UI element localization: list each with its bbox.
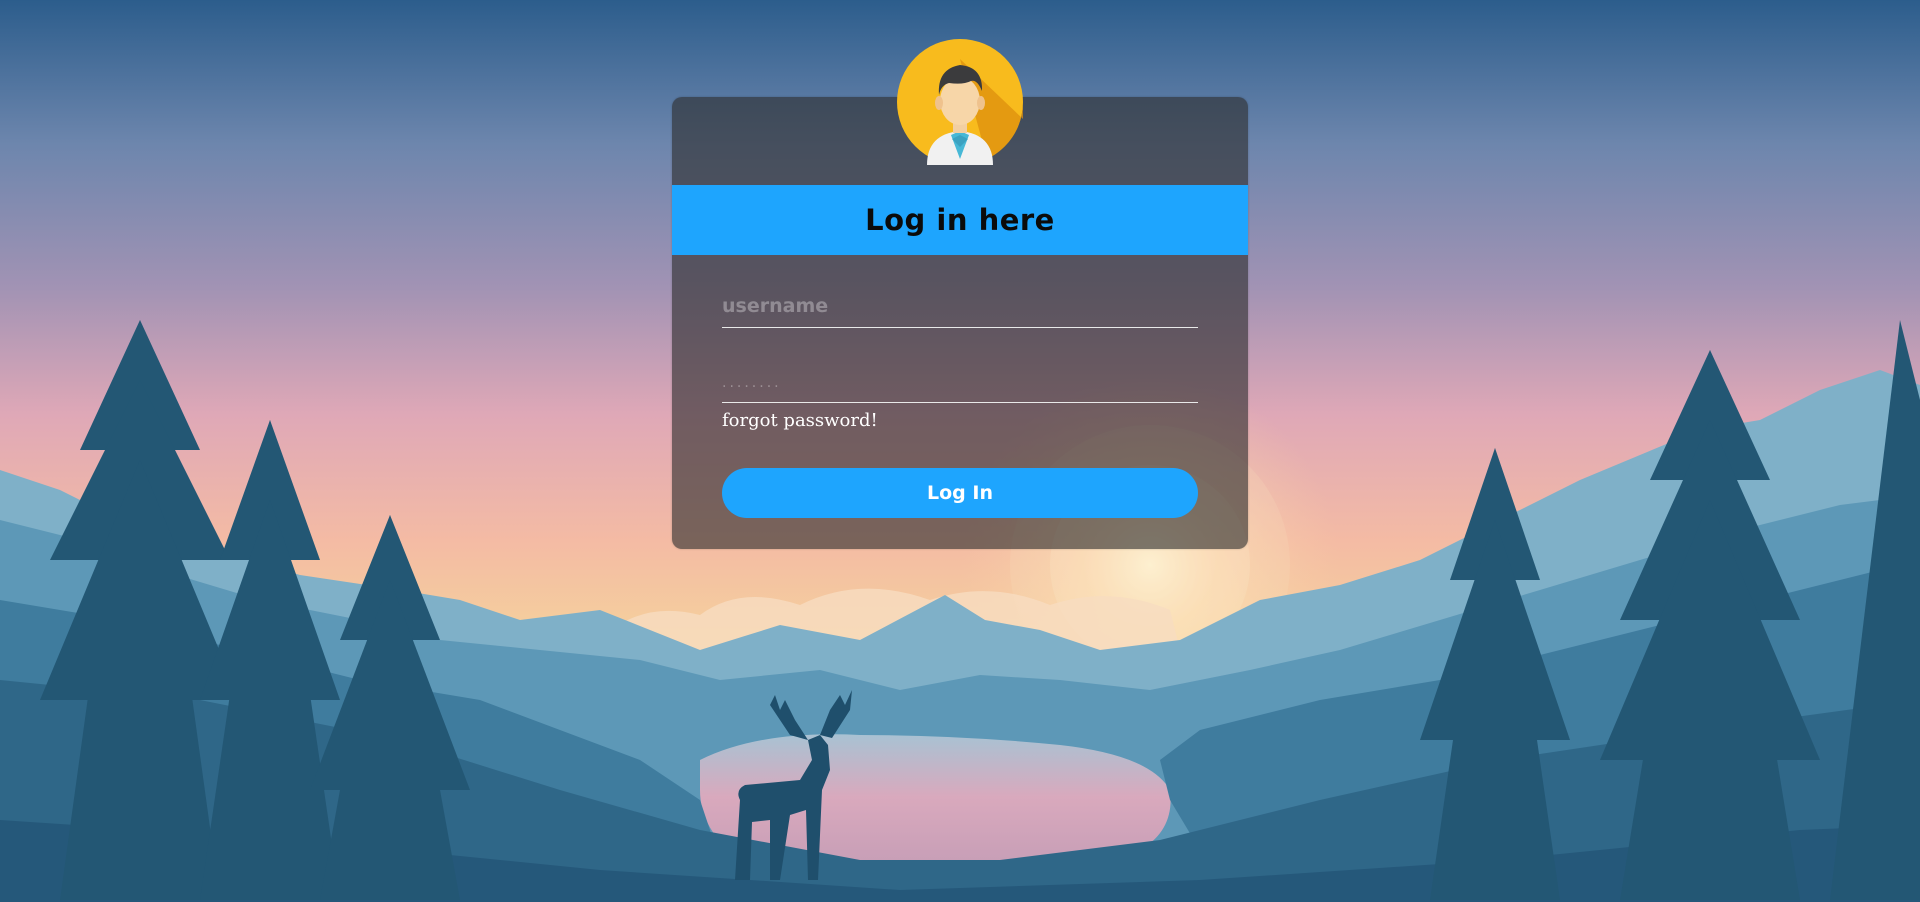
password-input[interactable] bbox=[722, 360, 1198, 403]
forgot-password-link[interactable]: forgot password! bbox=[722, 410, 878, 431]
card-header: Log in here bbox=[672, 185, 1248, 255]
login-button[interactable]: Log In bbox=[722, 468, 1198, 518]
page-title: Log in here bbox=[865, 203, 1055, 237]
username-input[interactable] bbox=[722, 285, 1198, 328]
user-avatar-icon bbox=[897, 39, 1023, 165]
